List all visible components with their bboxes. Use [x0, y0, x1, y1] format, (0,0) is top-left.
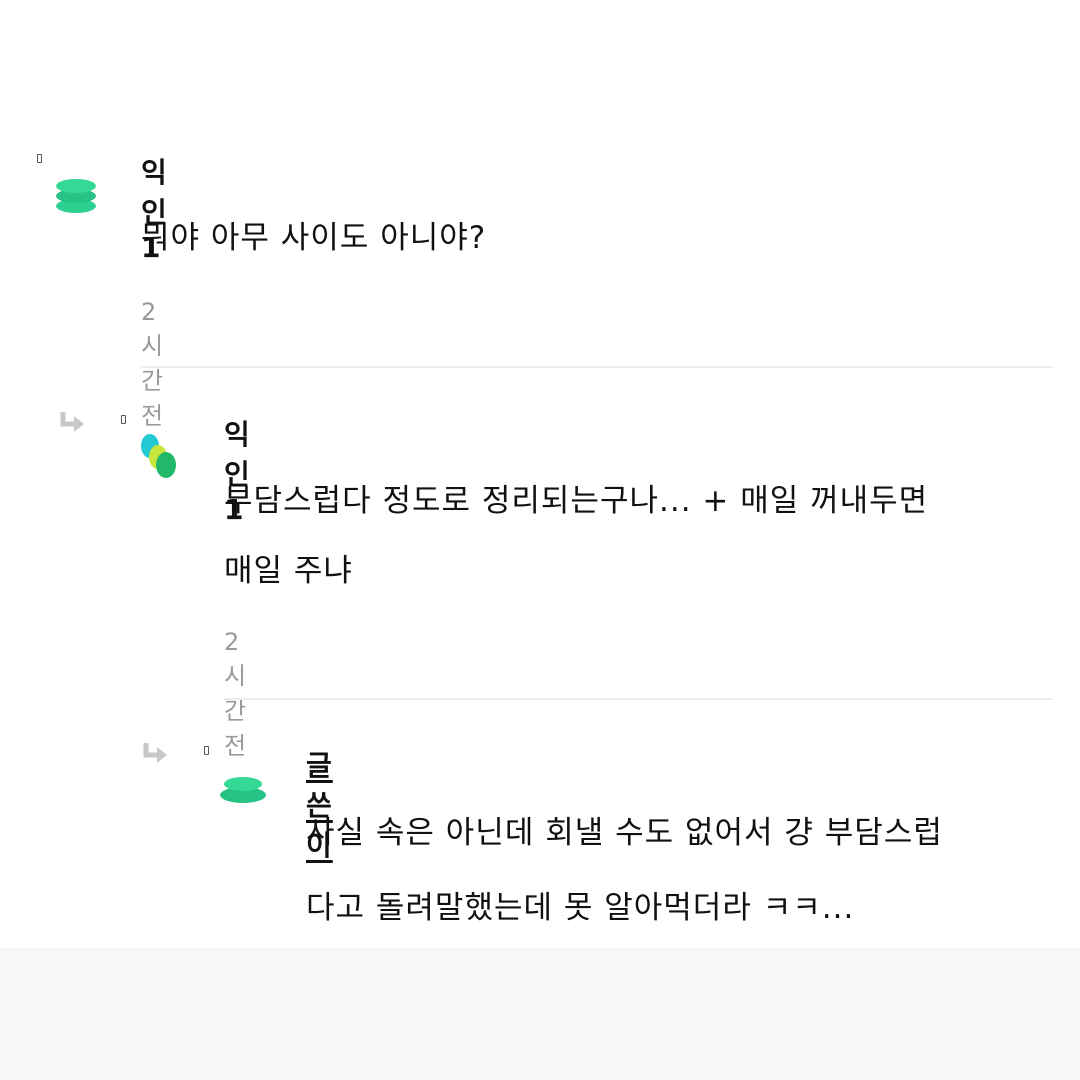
comment-divider	[141, 366, 1053, 368]
reply-arrow-icon	[60, 412, 84, 432]
green-stacked-discs-icon	[220, 777, 266, 803]
comment-marker-icon	[37, 154, 42, 163]
green-stacked-discs-icon	[56, 179, 96, 213]
comment-divider	[224, 698, 1053, 700]
comment-body-line: 뭐야 아무 사이도 아니야?	[141, 220, 487, 256]
comment-marker-icon	[204, 746, 209, 755]
bottom-background	[0, 948, 1080, 1080]
comment-timestamp: 2시간 전	[224, 628, 246, 760]
comment-body-line: 매일 주냐	[224, 553, 353, 589]
comment-body-line: 부담스럽다 정도로 정리되는구나... + 매일 꺼내두면	[224, 483, 929, 519]
comment-marker-icon	[121, 415, 126, 424]
reply-arrow-icon	[143, 743, 167, 763]
comment-body-line: 다고 돌려말했는데 못 알아먹더라 ㅋㅋ...	[306, 890, 855, 926]
comment-timestamp: 2시간 전	[141, 298, 163, 430]
multicolor-blob-icon	[141, 434, 176, 478]
comment-body-line: 사실 속은 아닌데 회낼 수도 없어서 걍 부담스럽	[306, 815, 943, 851]
